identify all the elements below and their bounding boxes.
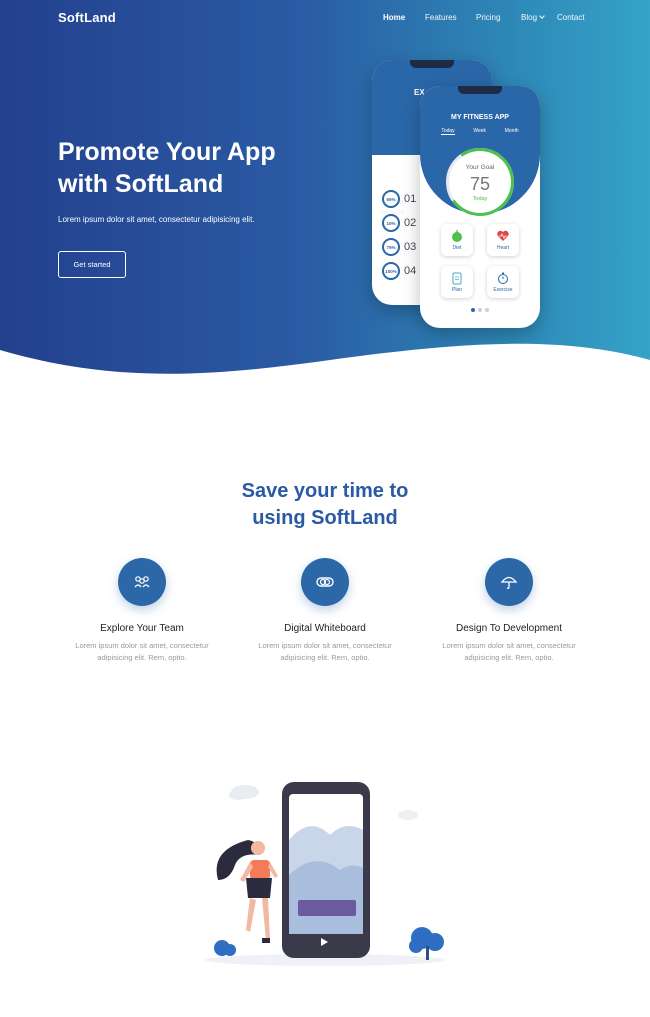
carousel-dot[interactable] bbox=[471, 308, 475, 312]
carousel-dots bbox=[420, 308, 540, 312]
toggle-icon bbox=[316, 577, 334, 587]
progress-ring: 75% bbox=[382, 238, 400, 256]
hero-title: Promote Your App with SoftLand bbox=[58, 136, 358, 200]
tile-plan[interactable]: Plan bbox=[441, 266, 473, 298]
navbar: SoftLand Home Features Pricing Blog Cont… bbox=[0, 0, 650, 36]
tile-label: Plan bbox=[451, 287, 462, 293]
progress-row: 75% 03 bbox=[382, 238, 416, 256]
tile-exercise[interactable]: Exercise bbox=[487, 266, 519, 298]
get-started-button[interactable]: Get started bbox=[58, 251, 126, 278]
tile-heart[interactable]: Heart bbox=[487, 224, 519, 256]
logo[interactable]: SoftLand bbox=[58, 10, 116, 25]
phone-notch bbox=[410, 60, 454, 68]
apple-icon bbox=[452, 230, 462, 242]
feature-description: Lorem ipsum dolor sit amet, consectetur … bbox=[240, 640, 410, 664]
feature-description-line1: Lorem ipsum dolor sit amet, consectetur bbox=[442, 641, 576, 650]
cloud-icon bbox=[398, 810, 418, 820]
tile-label: Diet bbox=[452, 245, 462, 251]
carousel-dot[interactable] bbox=[485, 308, 489, 312]
feature-card: Design To Development Lorem ipsum dolor … bbox=[424, 558, 594, 664]
progress-row: 10% 02 bbox=[382, 214, 416, 232]
nav-features[interactable]: Features bbox=[425, 13, 457, 22]
hero-section: SoftLand Home Features Pricing Blog Cont… bbox=[0, 0, 650, 380]
feature-card: Digital Whiteboard Lorem ipsum dolor sit… bbox=[240, 558, 410, 664]
bush-icon bbox=[214, 940, 236, 956]
phone-mockup-front: MY FITNESS APP Today Week Month Your Goa… bbox=[420, 86, 540, 328]
nav-home[interactable]: Home bbox=[383, 13, 405, 22]
tile-label: Exercise bbox=[493, 287, 513, 293]
progress-number: 04 bbox=[404, 265, 417, 277]
hero-wave-divider bbox=[0, 343, 650, 380]
goal-gauge: Your Goal 75 Today bbox=[440, 142, 520, 222]
fitness-app-title: MY FITNESS APP bbox=[451, 114, 509, 121]
hero-subtitle: Lorem ipsum dolor sit amet, consectetur … bbox=[58, 215, 255, 224]
feature-description-line1: Lorem ipsum dolor sit amet, consectetur bbox=[75, 641, 209, 650]
hero-title-line2: with SoftLand bbox=[58, 170, 224, 198]
carousel-dot[interactable] bbox=[478, 308, 482, 312]
chevron-down-icon bbox=[539, 13, 545, 19]
nav-pricing[interactable]: Pricing bbox=[476, 13, 500, 22]
progress-ring: 65% bbox=[382, 190, 400, 208]
feature-description-line1: Lorem ipsum dolor sit amet, consectetur bbox=[258, 641, 392, 650]
feature-description-line2: adipisicing elit. Rem, optio. bbox=[97, 653, 187, 662]
progress-number: 03 bbox=[404, 241, 417, 253]
feature-description: Lorem ipsum dolor sit amet, consectetur … bbox=[57, 640, 227, 664]
tab-week[interactable]: Week bbox=[473, 128, 486, 135]
goal-label: Your Goal bbox=[465, 164, 495, 171]
heart-icon bbox=[497, 230, 509, 241]
stopwatch-icon bbox=[498, 272, 508, 284]
feature-title: Design To Development bbox=[456, 623, 562, 634]
nav-blog[interactable]: Blog bbox=[521, 13, 545, 22]
runner-phone-illustration bbox=[205, 782, 445, 966]
nav-contact[interactable]: Contact bbox=[557, 13, 585, 22]
runner-figure bbox=[216, 840, 278, 943]
progress-ring: 100% bbox=[382, 262, 400, 280]
feature-title: Digital Whiteboard bbox=[284, 623, 366, 634]
team-icon bbox=[134, 576, 150, 588]
progress-ring: 10% bbox=[382, 214, 400, 232]
hero-title-line1: Promote Your App bbox=[58, 138, 276, 166]
clipboard-icon bbox=[452, 272, 462, 285]
feature-card: Explore Your Team Lorem ipsum dolor sit … bbox=[57, 558, 227, 664]
section-title: Save your time to using SoftLand bbox=[0, 478, 650, 532]
progress-number: 02 bbox=[404, 217, 417, 229]
feature-icon-circle bbox=[301, 558, 349, 606]
feature-description-line2: adipisicing elit. Rem, optio. bbox=[280, 653, 370, 662]
tab-today[interactable]: Today bbox=[441, 128, 455, 135]
section-title-line1: Save your time to bbox=[241, 480, 409, 502]
feature-description-line2: adipisicing elit. Rem, optio. bbox=[464, 653, 554, 662]
section-title-line2: using SoftLand bbox=[252, 507, 398, 529]
feature-icon-circle bbox=[118, 558, 166, 606]
progress-number: 01 bbox=[404, 193, 417, 205]
fitness-tabs: Today Week Month bbox=[420, 128, 540, 135]
tab-month[interactable]: Month bbox=[505, 128, 519, 135]
nav-blog-label: Blog bbox=[521, 13, 538, 22]
umbrella-icon bbox=[500, 576, 518, 589]
goal-value: 75 bbox=[469, 174, 491, 194]
cloud-icon bbox=[229, 785, 259, 800]
progress-row: 65% 01 bbox=[382, 190, 416, 208]
goal-sub: Today bbox=[472, 196, 488, 202]
bush-icon bbox=[409, 927, 444, 960]
progress-row: 100% 04 bbox=[382, 262, 416, 280]
phone-notch bbox=[458, 86, 502, 94]
feature-icon-circle bbox=[485, 558, 533, 606]
tile-label: Heart bbox=[496, 245, 510, 251]
feature-description: Lorem ipsum dolor sit amet, consectetur … bbox=[424, 640, 594, 664]
feature-title: Explore Your Team bbox=[100, 623, 184, 634]
tile-diet[interactable]: Diet bbox=[441, 224, 473, 256]
